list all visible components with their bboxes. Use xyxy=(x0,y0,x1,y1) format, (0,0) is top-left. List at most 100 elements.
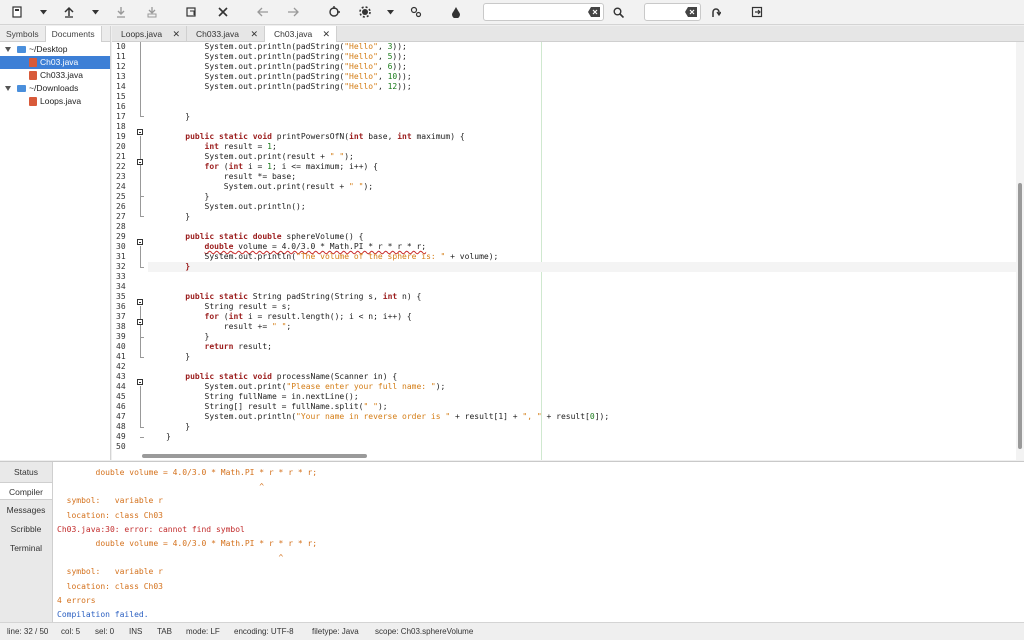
code-token: String result = s; xyxy=(166,302,292,311)
jump-to-line-button[interactable] xyxy=(707,3,725,21)
search-input[interactable] xyxy=(484,4,603,20)
code-token: System.out.println(padString( xyxy=(166,42,345,51)
code-token: i = result.length(); i < n; i++) { xyxy=(243,312,412,321)
color-chooser-button[interactable] xyxy=(447,3,465,21)
new-icon xyxy=(12,6,22,18)
fold-toggle-icon[interactable] xyxy=(137,299,143,305)
expand-triangle-icon[interactable] xyxy=(5,47,11,52)
tab-documents[interactable]: Documents xyxy=(44,26,102,42)
line-number: 44 xyxy=(116,382,126,391)
close-file-button[interactable] xyxy=(214,3,232,21)
code-token: int xyxy=(382,292,398,301)
open-file-dropdown[interactable] xyxy=(90,6,100,18)
compiler-message-line: location: class Ch03 xyxy=(57,510,163,520)
run-icon xyxy=(410,6,422,18)
tree-file-loops[interactable]: Loops.java xyxy=(0,95,110,108)
expand-triangle-icon[interactable] xyxy=(5,86,11,91)
fold-end xyxy=(140,357,144,358)
code-token: ); xyxy=(435,382,446,391)
code-token: "Hello" xyxy=(344,82,378,91)
save-all-button[interactable] xyxy=(143,3,161,21)
fold-end xyxy=(140,437,144,438)
code-token: + result[1] + xyxy=(450,412,523,421)
build-button[interactable] xyxy=(356,3,374,21)
compiler-output[interactable]: double volume = 4.0/3.0 * Math.PI * r * … xyxy=(57,466,1017,622)
code-token: )); xyxy=(392,42,407,51)
save-button[interactable] xyxy=(112,3,130,21)
fold-line xyxy=(140,306,141,357)
line-number: 23 xyxy=(116,172,126,181)
status-line-ending: mode: LF xyxy=(186,627,220,636)
open-file-button[interactable] xyxy=(60,3,78,21)
search-field[interactable] xyxy=(483,3,604,21)
run-button[interactable] xyxy=(407,3,425,21)
new-file-button[interactable] xyxy=(8,3,26,21)
line-number: 17 xyxy=(116,112,126,121)
code-token: ( xyxy=(218,312,229,321)
code-token: for xyxy=(204,162,219,171)
code-token: String fullName = in.nextLine(); xyxy=(166,392,359,401)
tab-status[interactable]: Status xyxy=(0,463,52,481)
fold-toggle-icon[interactable] xyxy=(137,319,143,325)
status-sel: sel: 0 xyxy=(95,627,115,636)
code-token: result *= base; xyxy=(166,172,297,181)
navigate-back-button[interactable] xyxy=(254,3,272,21)
horizontal-scroll-thumb[interactable] xyxy=(142,454,367,458)
code-token: ); xyxy=(377,402,388,411)
code-token: "Please enter your full name: " xyxy=(286,382,436,391)
fold-end xyxy=(140,267,144,268)
tab-close-icon[interactable]: ✕ xyxy=(172,26,180,42)
line-number: 35 xyxy=(116,292,126,301)
find-button[interactable] xyxy=(609,3,627,21)
fold-toggle-icon[interactable] xyxy=(137,159,143,165)
fold-toggle-icon[interactable] xyxy=(137,129,143,135)
tree-file-ch03[interactable]: Ch03.java xyxy=(0,56,110,69)
tree-label: Loops.java xyxy=(40,96,82,106)
code-token: "Hello" xyxy=(344,52,378,61)
code-token: System.out.println(padString( xyxy=(166,72,345,81)
navigate-forward-button[interactable] xyxy=(284,3,302,21)
search-clear-icon[interactable] xyxy=(588,7,600,17)
tab-symbols[interactable]: Symbols xyxy=(0,26,45,42)
code-token: "Hello" xyxy=(344,62,378,71)
tree-folder-downloads[interactable]: ~/Downloads xyxy=(0,82,110,95)
doc-tab-ch03[interactable]: Ch03.java ✕ xyxy=(265,26,337,42)
vertical-scrollbar[interactable] xyxy=(1016,42,1024,460)
doc-tab-loops[interactable]: Loops.java ✕ xyxy=(112,26,187,42)
tab-compiler[interactable]: Compiler xyxy=(0,482,52,500)
document-tabs: Loops.java ✕ Ch033.java ✕ Ch03.java ✕ xyxy=(112,26,1024,42)
horizontal-scrollbar[interactable] xyxy=(112,452,1016,460)
new-file-dropdown[interactable] xyxy=(38,6,48,18)
line-number: 19 xyxy=(116,132,126,141)
goto-line-field[interactable] xyxy=(644,3,701,21)
quit-button[interactable] xyxy=(748,3,766,21)
line-number: 22 xyxy=(116,162,126,171)
tab-scribble[interactable]: Scribble xyxy=(0,520,52,538)
reload-button[interactable] xyxy=(182,3,200,21)
tab-close-icon[interactable]: ✕ xyxy=(322,26,330,42)
code-token: maximum) { xyxy=(411,132,465,141)
code-area[interactable]: System.out.println(padString("Hello", 3)… xyxy=(148,42,1016,460)
build-dropdown[interactable] xyxy=(385,6,395,18)
vertical-scroll-thumb[interactable] xyxy=(1018,183,1022,449)
tab-terminal[interactable]: Terminal xyxy=(0,539,52,557)
code-line: System.out.print(result + " "); xyxy=(148,152,1016,162)
code-line: for (int i = 1; i <= maximum; i++) { xyxy=(148,162,1016,172)
code-line: } xyxy=(148,332,1016,342)
fold-toggle-icon[interactable] xyxy=(137,379,143,385)
goto-clear-icon[interactable] xyxy=(685,7,697,17)
tab-messages[interactable]: Messages xyxy=(0,501,52,519)
fold-toggle-icon[interactable] xyxy=(137,239,143,245)
compile-button[interactable] xyxy=(325,3,343,21)
line-number: 28 xyxy=(116,222,126,231)
code-token: int xyxy=(397,132,412,141)
code-line: } xyxy=(148,192,1016,202)
tab-close-icon[interactable]: ✕ xyxy=(250,26,258,42)
tree-file-ch033[interactable]: Ch033.java xyxy=(0,69,110,82)
tree-folder-desktop[interactable]: ~/Desktop xyxy=(0,43,110,56)
code-token: int xyxy=(349,132,364,141)
doc-tab-ch033[interactable]: Ch033.java ✕ xyxy=(187,26,265,42)
